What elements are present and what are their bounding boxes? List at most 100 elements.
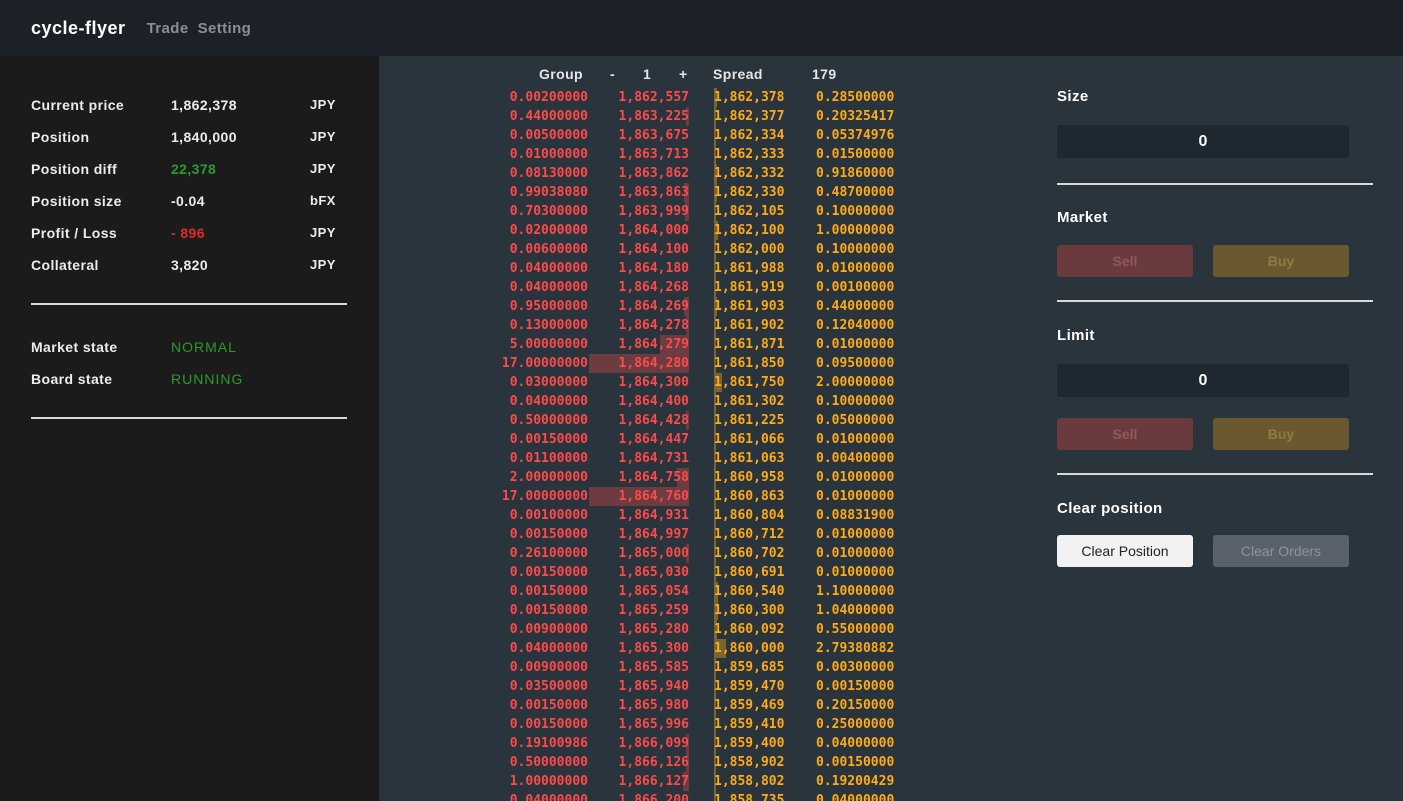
- ask-size: 0.04000000: [509, 641, 588, 656]
- orderbook-row: 0.01100000 1,864,731 1,861,063 0.00400000: [379, 449, 999, 468]
- bid-price: 1,861,750: [714, 375, 785, 390]
- ask-size: 2.00000000: [509, 470, 588, 485]
- orderbook-row: 1.00000000 1,866,127 1,858,802 0.19200429: [379, 772, 999, 791]
- ask-price: 1,863,862: [618, 166, 689, 181]
- ask-size: 0.00150000: [509, 698, 588, 713]
- orderbook-row: 0.04000000 1,864,400 1,861,302 0.10000000: [379, 392, 999, 411]
- position-diff-label: Position diff: [31, 161, 118, 177]
- collateral-unit: JPY: [310, 257, 336, 272]
- app-title[interactable]: cycle-flyer: [31, 18, 126, 39]
- limit-buy-button[interactable]: Buy: [1213, 418, 1349, 450]
- ask-size: 0.00600000: [509, 242, 588, 257]
- position-row: Position 1,840,000 JPY: [31, 129, 351, 149]
- orderbook-row: 0.26100000 1,865,000 1,860,702 0.01000000: [379, 544, 999, 563]
- bid-size: 0.00100000: [816, 280, 895, 295]
- ask-size: 0.00900000: [509, 660, 588, 675]
- ask-size: 0.00150000: [509, 565, 588, 580]
- bid-price: 1,862,100: [714, 223, 785, 238]
- position-diff-unit: JPY: [310, 161, 336, 176]
- market-state-label: Market state: [31, 339, 118, 355]
- bid-price: 1,862,330: [714, 185, 785, 200]
- ask-price: 1,865,259: [618, 603, 689, 618]
- top-bar: cycle-flyer Trade Setting: [0, 0, 1403, 56]
- clear-orders-button[interactable]: Clear Orders: [1213, 535, 1349, 567]
- ask-size: 0.13000000: [509, 318, 588, 333]
- main-nav: Trade Setting: [147, 20, 261, 37]
- market-sell-button[interactable]: Sell: [1057, 245, 1193, 277]
- limit-sell-button[interactable]: Sell: [1057, 418, 1193, 450]
- orderbook-row: 0.04000000 1,865,300 1,860,000 2.79380882: [379, 639, 999, 658]
- orderbook-header: Group - 1 + Spread 179: [379, 66, 979, 84]
- group-increase-button[interactable]: +: [679, 66, 688, 82]
- ask-price: 1,865,030: [618, 565, 689, 580]
- ask-price: 1,864,997: [618, 527, 689, 542]
- bid-size: 1.04000000: [816, 603, 895, 618]
- group-value: 1: [643, 66, 652, 82]
- orderbook-row: 0.00150000 1,865,259 1,860,300 1.04000000: [379, 601, 999, 620]
- orderbook-row: 0.00900000 1,865,585 1,859,685 0.00300000: [379, 658, 999, 677]
- ask-size: 0.02000000: [509, 223, 588, 238]
- position-size-value: -0.04: [171, 193, 205, 209]
- market-state-row: Market state NORMAL: [31, 339, 351, 359]
- orderbook-row: 0.00150000 1,865,054 1,860,540 1.10000000: [379, 582, 999, 601]
- bid-price: 1,859,400: [714, 736, 785, 751]
- bid-price: 1,862,000: [714, 242, 785, 257]
- bid-size: 1.10000000: [816, 584, 895, 599]
- orderbook-row: 0.02000000 1,864,000 1,862,100 1.00000000: [379, 221, 999, 240]
- bid-price: 1,860,000: [714, 641, 785, 656]
- nav-trade[interactable]: Trade: [147, 20, 189, 37]
- ask-price: 1,865,940: [618, 679, 689, 694]
- profit-loss-value: - 896: [171, 225, 205, 241]
- bid-price: 1,861,225: [714, 413, 785, 428]
- ask-size: 0.04000000: [509, 394, 588, 409]
- nav-setting[interactable]: Setting: [198, 20, 252, 37]
- profit-loss-unit: JPY: [310, 225, 336, 240]
- bid-price: 1,861,063: [714, 451, 785, 466]
- orderbook-row: 0.95000000 1,864,269 1,861,903 0.44000000: [379, 297, 999, 316]
- bid-price: 1,861,903: [714, 299, 785, 314]
- size-input[interactable]: 0: [1057, 125, 1349, 158]
- size-divider: [1057, 183, 1373, 185]
- clear-position-button[interactable]: Clear Position: [1057, 535, 1193, 567]
- ask-price: 1,864,100: [618, 242, 689, 257]
- bid-size: 0.55000000: [816, 622, 895, 637]
- board-state-label: Board state: [31, 371, 113, 387]
- ask-price: 1,864,758: [618, 470, 689, 485]
- ask-size: 17.00000000: [501, 356, 588, 371]
- bid-size: 0.01000000: [816, 565, 895, 580]
- bid-price: 1,859,469: [714, 698, 785, 713]
- ask-size: 0.99038080: [509, 185, 588, 200]
- bid-size: 2.79380882: [816, 641, 895, 656]
- bid-price: 1,862,333: [714, 147, 785, 162]
- spread-value: 179: [812, 66, 837, 82]
- bid-size: 0.48700000: [816, 185, 895, 200]
- position-size-label: Position size: [31, 193, 122, 209]
- bid-price: 1,862,377: [714, 109, 785, 124]
- bid-size: 0.00400000: [816, 451, 895, 466]
- bid-size: 0.00150000: [816, 679, 895, 694]
- bid-size: 0.01000000: [816, 261, 895, 276]
- bid-size: 0.04000000: [816, 793, 895, 801]
- bid-size: 0.44000000: [816, 299, 895, 314]
- collateral-value: 3,820: [171, 257, 209, 273]
- bid-size: 0.25000000: [816, 717, 895, 732]
- current-price-label: Current price: [31, 97, 125, 113]
- ask-price: 1,863,713: [618, 147, 689, 162]
- limit-price-input[interactable]: 0: [1057, 364, 1349, 397]
- bid-size: 0.08831900: [816, 508, 895, 523]
- clear-position-label: Clear position: [1057, 500, 1163, 517]
- orderbook-row: 0.99038080 1,863,863 1,862,330 0.48700000: [379, 183, 999, 202]
- orderbook-row: 0.13000000 1,864,278 1,861,902 0.12040000: [379, 316, 999, 335]
- group-decrease-button[interactable]: -: [610, 66, 615, 82]
- profit-loss-row: Profit / Loss - 896 JPY: [31, 225, 351, 245]
- collateral-label: Collateral: [31, 257, 99, 273]
- orderbook-row: 0.00100000 1,864,931 1,860,804 0.08831900: [379, 506, 999, 525]
- bid-size: 0.04000000: [816, 736, 895, 751]
- ask-size: 5.00000000: [509, 337, 588, 352]
- bid-size: 0.28500000: [816, 90, 895, 105]
- bid-size: 0.01000000: [816, 489, 895, 504]
- ask-price: 1,864,931: [618, 508, 689, 523]
- ask-price: 1,864,278: [618, 318, 689, 333]
- position-size-row: Position size -0.04 bFX: [31, 193, 351, 213]
- market-buy-button[interactable]: Buy: [1213, 245, 1349, 277]
